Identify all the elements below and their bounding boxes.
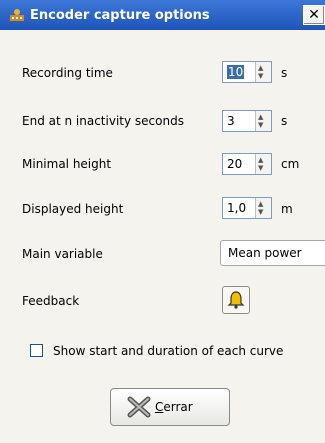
recording-time-label: Recording time	[22, 66, 113, 80]
title-bar: Encoder capture options ✕	[0, 0, 325, 30]
end-inactivity-label: End at n inactivity seconds	[22, 114, 184, 128]
spin-arrows[interactable]: ▲ ▼	[255, 111, 271, 131]
minimal-height-spinbox[interactable]: 20 ▲ ▼	[222, 153, 272, 175]
end-inactivity-value: 3	[227, 114, 235, 128]
end-inactivity-spinbox[interactable]: 3 ▲ ▼	[222, 110, 272, 132]
show-start-duration-checkbox[interactable]	[30, 344, 43, 357]
bell-icon	[227, 291, 245, 309]
close-icon	[127, 396, 151, 418]
spin-arrows[interactable]: ▲ ▼	[255, 62, 271, 82]
minimal-height-value: 20	[227, 157, 243, 171]
encoder-capture-options-dialog: Encoder capture options ✕ Recording time…	[0, 0, 325, 443]
cerrar-label: Cerrar	[155, 400, 193, 414]
end-inactivity-unit: s	[281, 114, 288, 128]
cerrar-button[interactable]: Cerrar	[110, 388, 230, 426]
app-icon	[10, 9, 24, 21]
show-start-duration-label[interactable]: Show start and duration of each curve	[53, 344, 283, 358]
displayed-height-spinbox[interactable]: 1,0 ▲ ▼	[222, 197, 272, 219]
close-icon[interactable]: ✕	[303, 5, 325, 25]
recording-time-unit: s	[281, 66, 288, 80]
recording-time-spinbox[interactable]: 10 ▲ ▼	[222, 61, 272, 83]
spin-arrows[interactable]: ▲ ▼	[255, 154, 271, 174]
main-variable-label: Main variable	[22, 247, 103, 261]
feedback-label: Feedback	[22, 294, 80, 308]
displayed-height-value: 1,0	[227, 201, 247, 215]
feedback-button[interactable]	[222, 286, 250, 314]
minimal-height-label: Minimal height	[22, 157, 112, 171]
recording-time-value: 10	[227, 65, 245, 79]
minimal-height-unit: cm	[281, 157, 300, 171]
window-title: Encoder capture options	[30, 8, 210, 23]
spin-arrows[interactable]: ▲ ▼	[255, 198, 271, 218]
displayed-height-unit: m	[281, 202, 293, 216]
displayed-height-label: Displayed height	[22, 202, 124, 216]
main-variable-value: Mean power	[228, 246, 302, 260]
main-variable-select[interactable]: Mean power	[220, 240, 325, 266]
